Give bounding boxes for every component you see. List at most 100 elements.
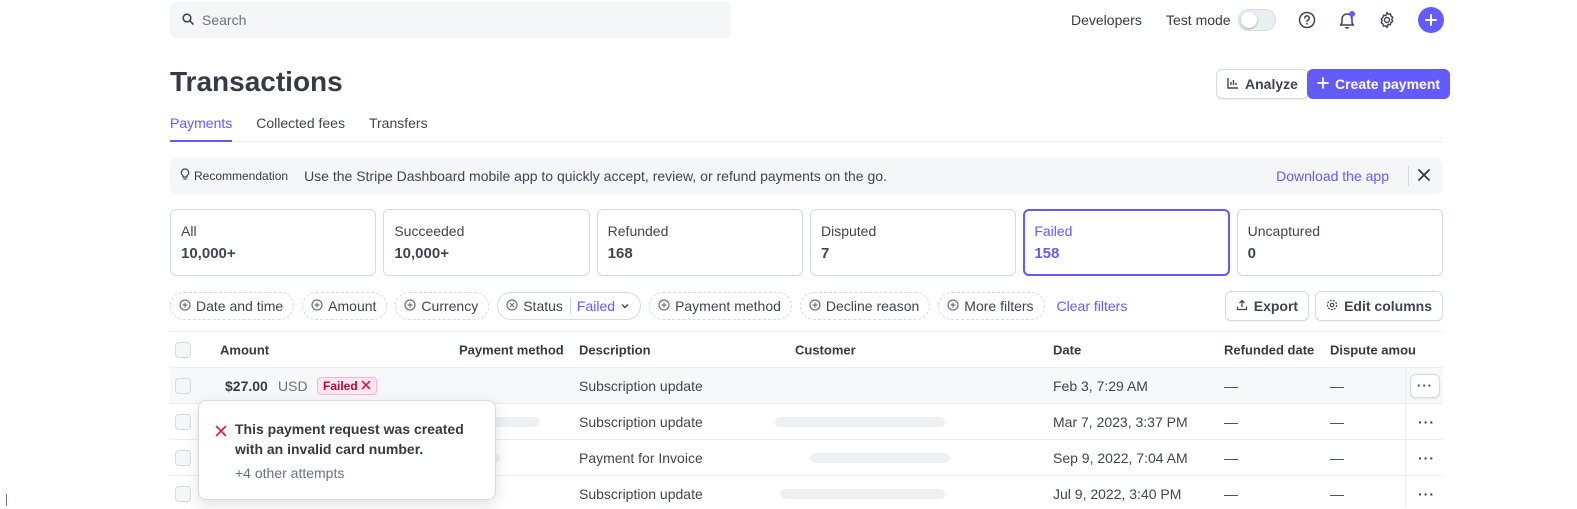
status-card-value: 10,000+ (394, 245, 449, 262)
column-header[interactable]: Description (579, 342, 651, 357)
help-icon[interactable] (1295, 8, 1319, 32)
status-card-refunded[interactable]: Refunded 168 (596, 209, 803, 276)
tab-collected-fees[interactable]: Collected fees (256, 114, 345, 142)
clear-filters-link[interactable]: Clear filters (1057, 298, 1128, 314)
search-bar[interactable]: Search (170, 2, 731, 38)
description-value: Subscription update (579, 377, 703, 394)
date-value: Mar 7, 2023, 3:37 PM (1053, 413, 1188, 430)
analyze-label: Analyze (1245, 76, 1298, 92)
filter-label: Payment method (675, 298, 781, 314)
gear-icon (1326, 298, 1338, 314)
redacted-customer (775, 416, 945, 427)
column-header[interactable]: Dispute amou (1330, 342, 1416, 357)
redacted-customer (780, 488, 945, 499)
filter-label: Currency (421, 298, 479, 314)
table-row[interactable]: $27.00 USD Failed Subscription update Fe… (170, 368, 1443, 404)
tab-bar: Payments Collected fees Transfers (170, 114, 1443, 142)
failure-tooltip: This payment request was created with an… (198, 400, 496, 500)
recommendation-message: Use the Stripe Dashboard mobile app to q… (304, 168, 887, 184)
filter-status[interactable]: Status Failed (497, 292, 642, 320)
status-card-label: Succeeded (394, 223, 465, 239)
status-badge: Failed (317, 376, 377, 395)
other-attempts-text: +4 other attempts (235, 465, 345, 481)
developers-label: Developers (1071, 12, 1142, 28)
search-input[interactable]: Search (202, 12, 246, 28)
filter-label: Date and time (196, 298, 284, 314)
test-mode-label: Test mode (1166, 2, 1231, 38)
status-card-all[interactable]: All 10,000+ (170, 209, 377, 276)
refunded-date-value: — (1224, 485, 1238, 502)
status-card-label: Refunded (607, 223, 669, 239)
plus-icon (1317, 76, 1329, 92)
filter-decline-reason[interactable]: Decline reason (799, 292, 931, 320)
status-card-succeeded[interactable]: Succeeded 10,000+ (383, 209, 590, 276)
refunded-date-value: — (1224, 449, 1238, 466)
chevron-down-icon (620, 298, 630, 314)
bell-icon[interactable] (1335, 8, 1359, 32)
row-checkbox[interactable] (175, 413, 191, 430)
table-header: Amount Payment method Description Custom… (170, 331, 1443, 368)
row-checkbox[interactable] (175, 449, 191, 466)
search-icon (182, 12, 194, 28)
row-checkbox[interactable] (175, 485, 191, 502)
filter-more[interactable]: More filters (938, 292, 1045, 320)
close-icon[interactable] (1417, 168, 1431, 185)
date-value: Feb 3, 7:29 AM (1053, 377, 1148, 394)
status-card-value: 168 (607, 245, 633, 262)
gear-icon[interactable] (1375, 8, 1399, 32)
plus-circle-icon (947, 298, 959, 314)
filter-amount[interactable]: Amount (302, 292, 388, 320)
filter-label: Amount (328, 298, 377, 314)
filter-label: Decline reason (825, 298, 920, 314)
description-value: Payment for Invoice (579, 449, 703, 466)
column-header[interactable]: Customer (795, 342, 856, 357)
plus-icon[interactable] (1418, 7, 1444, 33)
test-mode-text: Test mode (1166, 12, 1231, 28)
close-icon (215, 419, 227, 459)
edit-columns-button[interactable]: Edit columns (1315, 291, 1443, 321)
plus-circle-icon (311, 298, 323, 314)
cursor-mark (6, 494, 7, 506)
download-app-link[interactable]: Download the app (1276, 168, 1389, 184)
row-checkbox[interactable] (175, 377, 191, 394)
export-label: Export (1253, 298, 1299, 314)
export-icon (1236, 298, 1248, 314)
tab-payments[interactable]: Payments (170, 114, 233, 142)
description-value: Subscription update (579, 485, 703, 502)
create-payment-label: Create payment (1335, 76, 1441, 92)
status-card-failed[interactable]: Failed 158 (1023, 209, 1230, 276)
column-header[interactable]: Refunded date (1224, 342, 1314, 357)
page-title: Transactions (170, 66, 343, 97)
status-card-value: 0 (1247, 245, 1256, 262)
filter-date-time[interactable]: Date and time (170, 292, 295, 320)
status-card-value: 7 (820, 245, 830, 262)
actions-column (1405, 367, 1443, 507)
developers-link[interactable]: Developers (1071, 2, 1142, 38)
export-button[interactable]: Export (1224, 291, 1310, 321)
status-card-uncaptured[interactable]: Uncaptured 0 (1236, 209, 1443, 276)
dispute-amount-value: — (1330, 485, 1344, 502)
status-card-value: 158 (1034, 245, 1060, 262)
analyze-button[interactable]: Analyze (1216, 69, 1309, 99)
filter-payment-method[interactable]: Payment method (649, 292, 792, 320)
column-header[interactable]: Amount (220, 342, 269, 357)
status-cards: All 10,000+ Succeeded 10,000+ Refunded 168 … (170, 209, 1443, 276)
create-payment-button[interactable]: Create payment (1307, 69, 1451, 99)
tab-transfers[interactable]: Transfers (369, 114, 428, 142)
remove-filter-icon[interactable] (506, 298, 518, 314)
description-value: Subscription update (579, 413, 703, 430)
filter-currency[interactable]: Currency (395, 292, 490, 320)
chart-icon (1227, 76, 1239, 92)
amount-value: $27.00 (225, 377, 268, 394)
divider (1408, 166, 1409, 186)
dispute-amount-value: — (1330, 377, 1344, 394)
failure-message: This payment request was created with an… (235, 421, 464, 457)
status-card-disputed[interactable]: Disputed 7 (809, 209, 1017, 276)
test-mode-toggle[interactable] (1238, 9, 1276, 31)
dispute-amount-value: — (1330, 449, 1344, 466)
select-all-checkbox[interactable] (175, 341, 191, 358)
column-header[interactable]: Payment method (459, 342, 564, 357)
close-icon (361, 379, 371, 393)
refunded-date-value: — (1224, 413, 1238, 430)
column-header[interactable]: Date (1053, 342, 1081, 357)
